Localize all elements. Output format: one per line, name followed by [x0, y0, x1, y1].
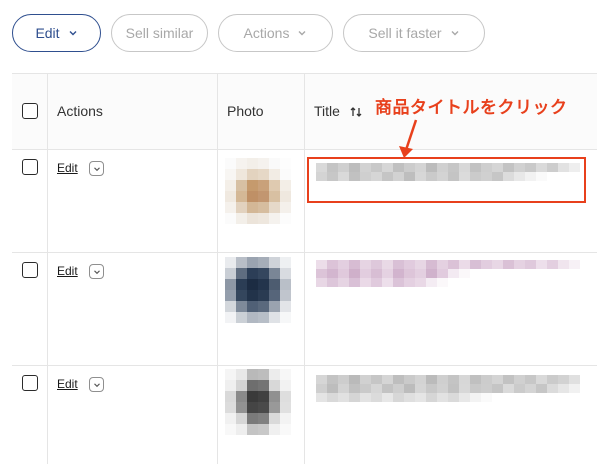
row-actions-dropdown[interactable] — [89, 264, 104, 279]
select-all-checkbox[interactable] — [22, 103, 38, 119]
annotation-arrow-icon — [399, 119, 418, 158]
edit-button-label: Edit — [35, 25, 60, 41]
row-checkbox[interactable] — [22, 262, 38, 278]
divider — [217, 73, 218, 464]
listing-title-link[interactable] — [316, 375, 580, 402]
row-actions-dropdown[interactable] — [89, 377, 104, 392]
actions-button[interactable]: Actions — [218, 14, 333, 52]
sort-icon[interactable] — [350, 104, 362, 120]
chevron-down-icon — [297, 28, 307, 38]
row-checkbox[interactable] — [22, 159, 38, 175]
listings-table: Actions Photo Title Edit Edit Edit — [12, 73, 597, 464]
sell-it-faster-label: Sell it faster — [368, 25, 442, 41]
listing-title-link[interactable] — [316, 260, 580, 287]
sell-similar-button[interactable]: Sell similar — [111, 14, 208, 52]
column-header-actions: Actions — [57, 103, 103, 119]
divider — [304, 73, 305, 464]
row-edit-link[interactable]: Edit — [57, 161, 78, 175]
annotation-label: 商品タイトルをクリック — [375, 98, 568, 117]
edit-button[interactable]: Edit — [12, 14, 101, 52]
listing-photo[interactable] — [225, 158, 291, 224]
row-edit-link[interactable]: Edit — [57, 377, 78, 391]
chevron-down-icon — [93, 269, 100, 274]
chevron-down-icon — [450, 28, 460, 38]
chevron-down-icon — [68, 28, 78, 38]
actions-label: Actions — [243, 25, 290, 41]
row-actions-dropdown[interactable] — [89, 161, 104, 176]
row-checkbox[interactable] — [22, 375, 38, 391]
listing-photo[interactable] — [225, 257, 291, 323]
sell-it-faster-button[interactable]: Sell it faster — [343, 14, 485, 52]
divider — [47, 73, 48, 464]
row-edit-link[interactable]: Edit — [57, 264, 78, 278]
sell-similar-label: Sell similar — [125, 25, 194, 41]
column-header-title-label: Title — [314, 103, 340, 119]
chevron-down-icon — [93, 382, 100, 387]
chevron-down-icon — [93, 166, 100, 171]
column-header-title[interactable]: Title — [314, 103, 362, 120]
toolbar: Edit Sell similar Actions Sell it faster — [0, 0, 597, 70]
column-header-photo: Photo — [227, 103, 264, 119]
annotation-highlight-box — [307, 157, 586, 203]
listing-photo[interactable] — [225, 369, 291, 435]
